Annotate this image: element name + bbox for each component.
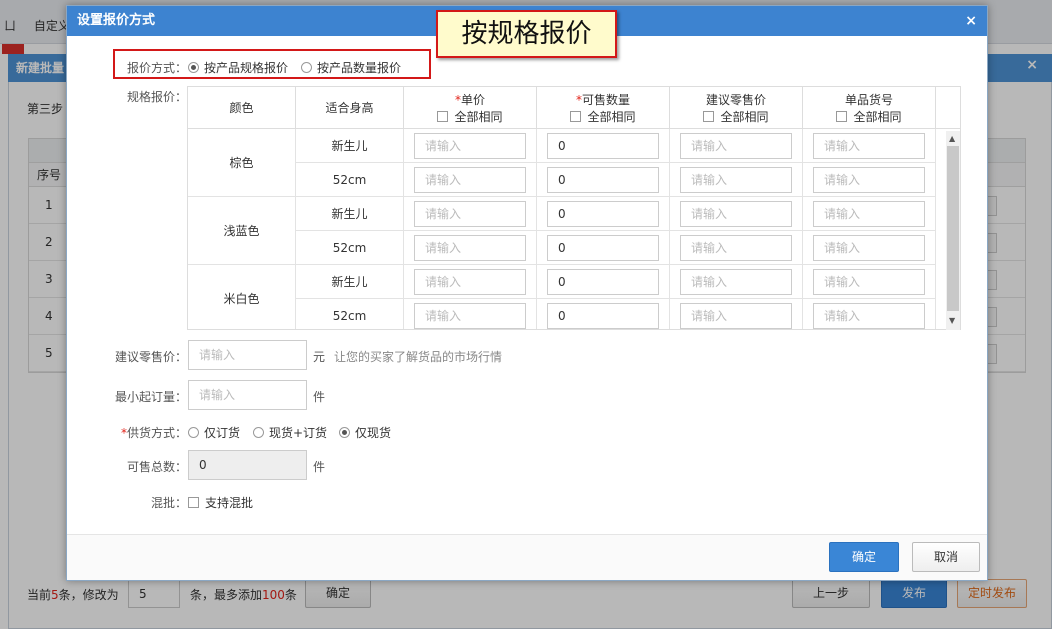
- all-same-qty[interactable]: 全部相同: [537, 108, 669, 125]
- sku-input[interactable]: 请输入: [813, 303, 925, 329]
- retail-unit: 元: [313, 350, 326, 364]
- retail-price-input[interactable]: 请输入: [680, 269, 792, 295]
- close-icon[interactable]: ×: [965, 13, 977, 29]
- qty-input[interactable]: 0: [547, 269, 659, 295]
- unit-price-input[interactable]: 请输入: [414, 133, 526, 159]
- unit-price-input[interactable]: 请输入: [414, 303, 526, 329]
- total-field: 0: [188, 450, 307, 480]
- checkbox-icon: [570, 111, 582, 122]
- radio-unchecked-icon: [188, 427, 199, 438]
- radio-checked-icon: [339, 427, 350, 438]
- radio-unchecked-icon: [301, 62, 312, 73]
- spec-price-table: 颜色 适合身高 *单价 全部相同 *可售数量 全部相同 建议零售价 全部相同 单…: [187, 86, 961, 330]
- spec-price-label: 规格报价：: [126, 90, 187, 104]
- qty-input[interactable]: 0: [547, 201, 659, 227]
- pricing-mode-label: 报价方式：: [126, 61, 187, 75]
- radio-supply-order[interactable]: 仅订货: [188, 424, 240, 441]
- size-cell: 52cm: [296, 299, 404, 329]
- sku-input[interactable]: 请输入: [813, 133, 925, 159]
- col-size: 适合身高: [296, 87, 404, 129]
- col-color: 颜色: [188, 87, 296, 129]
- unit-price-input[interactable]: 请输入: [414, 201, 526, 227]
- ok-button[interactable]: 确定: [829, 542, 899, 572]
- size-cell: 新生儿: [296, 197, 404, 231]
- qty-input[interactable]: 0: [547, 133, 659, 159]
- cancel-button[interactable]: 取消: [912, 542, 980, 572]
- col-retail-price: 建议零售价 全部相同: [670, 87, 803, 129]
- supply-label: *供货方式：: [120, 426, 187, 440]
- radio-supply-stock-order[interactable]: 现货+订货: [253, 424, 327, 441]
- retail-price-input[interactable]: 请输入: [680, 201, 792, 227]
- annotation-callout: 按规格报价: [436, 10, 617, 58]
- checkbox-icon: [703, 111, 715, 122]
- sku-input[interactable]: 请输入: [813, 201, 925, 227]
- scroll-down-icon[interactable]: ▼: [949, 316, 955, 325]
- retail-price-input[interactable]: 请输入: [680, 235, 792, 261]
- checkbox-icon: [836, 111, 848, 122]
- sku-input[interactable]: 请输入: [813, 235, 925, 261]
- checkbox-icon: [188, 497, 199, 508]
- qty-input[interactable]: 0: [547, 167, 659, 193]
- scroll-up-icon[interactable]: ▲: [949, 134, 955, 143]
- retail-price-input[interactable]: 请输入: [680, 303, 792, 329]
- retail-input[interactable]: 请输入: [188, 340, 307, 370]
- radio-supply-stock[interactable]: 仅现货: [339, 424, 391, 441]
- color-cell: 浅蓝色: [188, 197, 296, 265]
- retail-price-input[interactable]: 请输入: [680, 167, 792, 193]
- mix-checkbox[interactable]: 支持混批: [188, 494, 253, 511]
- color-cell: 棕色: [188, 129, 296, 197]
- total-label: 可售总数：: [126, 460, 187, 474]
- radio-by-spec[interactable]: 按产品规格报价: [188, 59, 288, 76]
- size-cell: 新生儿: [296, 265, 404, 299]
- color-cell: 米白色: [188, 265, 296, 329]
- size-cell: 52cm: [296, 163, 404, 197]
- qty-input[interactable]: 0: [547, 303, 659, 329]
- unit-price-input[interactable]: 请输入: [414, 269, 526, 295]
- pricing-dialog: 设置报价方式 × 按规格报价 报价方式： 按产品规格报价 按产品数量报价 规格报…: [66, 5, 988, 581]
- radio-checked-icon: [188, 62, 199, 73]
- scrollbar-thumb[interactable]: [947, 146, 959, 311]
- size-cell: 52cm: [296, 231, 404, 265]
- retail-price-input[interactable]: 请输入: [680, 133, 792, 159]
- retail-label: 建议零售价：: [114, 350, 187, 364]
- radio-unchecked-icon: [253, 427, 264, 438]
- moq-unit: 件: [313, 390, 326, 404]
- col-available-qty: *可售数量 全部相同: [537, 87, 670, 129]
- checkbox-icon: [437, 111, 449, 122]
- all-same-unit-price[interactable]: 全部相同: [404, 108, 536, 125]
- moq-label: 最小起订量：: [114, 390, 187, 404]
- qty-input[interactable]: 0: [547, 235, 659, 261]
- sku-input[interactable]: 请输入: [813, 167, 925, 193]
- all-same-sku[interactable]: 全部相同: [803, 108, 935, 125]
- mix-label: 混批：: [150, 496, 187, 510]
- col-sku: 单品货号 全部相同: [803, 87, 936, 129]
- moq-input[interactable]: 请输入: [188, 380, 307, 410]
- col-unit-price: *单价 全部相同: [404, 87, 537, 129]
- size-cell: 新生儿: [296, 129, 404, 163]
- unit-price-input[interactable]: 请输入: [414, 167, 526, 193]
- radio-by-quantity[interactable]: 按产品数量报价: [301, 59, 401, 76]
- total-unit: 件: [313, 460, 326, 474]
- all-same-retail[interactable]: 全部相同: [670, 108, 802, 125]
- unit-price-input[interactable]: 请输入: [414, 235, 526, 261]
- sku-input[interactable]: 请输入: [813, 269, 925, 295]
- retail-hint: 让您的买家了解货品的市场行情: [334, 350, 503, 364]
